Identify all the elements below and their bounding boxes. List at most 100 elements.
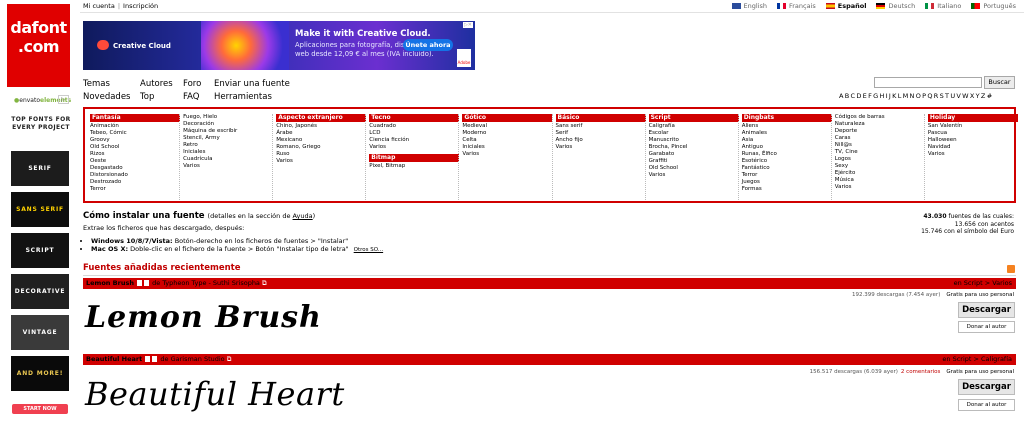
category-link[interactable]: Chino, Japonés <box>276 123 366 130</box>
lang-portuguese[interactable]: Português <box>971 2 1016 10</box>
category-link[interactable]: Stencil, Army <box>183 135 273 142</box>
alphabet-letter[interactable]: U <box>950 92 955 100</box>
category-link[interactable]: Ejército <box>835 170 925 177</box>
donate-button[interactable]: Donar al autor <box>958 399 1015 411</box>
category-link[interactable]: Decoración <box>183 121 273 128</box>
category-link[interactable]: Varios <box>556 144 646 151</box>
category-link[interactable]: Asia <box>742 137 832 144</box>
download-button[interactable]: Descargar <box>958 379 1015 395</box>
category-link[interactable]: Sexy <box>835 163 925 170</box>
category-link[interactable]: Música <box>835 177 925 184</box>
lang-italian[interactable]: Italiano <box>925 2 961 10</box>
category-link[interactable]: Old School <box>90 144 180 151</box>
nav-authors[interactable]: Autores <box>140 78 173 91</box>
alphabet-letter[interactable]: W <box>962 92 969 100</box>
alphabet-letter[interactable]: O <box>916 92 921 100</box>
ad-close-icon[interactable]: ▷✕ <box>462 22 473 28</box>
font-name-link[interactable]: Beautiful Heart <box>86 355 142 363</box>
category-link[interactable]: Máquina de escribir <box>183 128 273 135</box>
alphabet-letter[interactable]: D <box>856 92 861 100</box>
category-link[interactable]: Cuadrado <box>369 123 459 130</box>
alphabet-letter[interactable]: I <box>886 92 888 100</box>
external-link-icon[interactable]: ⧉ <box>262 279 267 287</box>
category-link[interactable]: Varios <box>835 184 925 191</box>
category-link[interactable]: Naturaleza <box>835 121 925 128</box>
category-link[interactable]: Oeste <box>90 158 180 165</box>
nav-forum[interactable]: Foro <box>183 78 201 91</box>
font-preview[interactable]: Lemon Brush <box>85 300 322 335</box>
category-link[interactable]: Esotérico <box>742 158 832 165</box>
category-link[interactable]: LCD <box>369 130 459 137</box>
category-link[interactable]: Caras <box>835 135 925 142</box>
register-link[interactable]: Inscripción <box>123 2 158 10</box>
adobe-banner-ad[interactable]: Creative Cloud Make it with Creative Clo… <box>83 21 475 70</box>
category-heading[interactable]: Básico <box>555 114 646 122</box>
alphabet-letter[interactable]: J <box>889 92 891 100</box>
tile-sans-serif[interactable]: SANS SERIF <box>11 192 69 227</box>
font-preview[interactable]: Beautiful Heart <box>85 375 345 413</box>
nav-tools[interactable]: Herramientas <box>214 91 290 104</box>
category-link[interactable]: Serif <box>556 130 646 137</box>
alphabet-letter[interactable]: P <box>922 92 926 100</box>
category-link[interactable]: Animación <box>90 123 180 130</box>
nav-faq[interactable]: FAQ <box>183 91 201 104</box>
category-link[interactable]: Nill@s <box>835 142 925 149</box>
category-link[interactable]: TV, Cine <box>835 149 925 156</box>
category-link[interactable]: Medieval <box>462 123 552 130</box>
download-button[interactable]: Descargar <box>958 302 1015 318</box>
font-name-link[interactable]: Lemon Brush <box>86 279 134 287</box>
category-link[interactable]: Varios <box>928 151 1018 158</box>
category-link[interactable]: Halloween <box>928 137 1018 144</box>
category-link[interactable]: Varios <box>649 172 739 179</box>
category-link[interactable]: Iniciales <box>183 149 273 156</box>
category-heading[interactable]: Gótico <box>462 114 553 122</box>
category-heading[interactable]: Fantasía <box>90 114 180 122</box>
category-heading[interactable]: Tecno <box>369 114 460 122</box>
category-link[interactable]: Moderno <box>462 130 552 137</box>
category-link[interactable]: Juegos <box>742 179 832 186</box>
category-link[interactable]: Ciencia ficción <box>369 137 459 144</box>
category-link[interactable]: Deporte <box>835 128 925 135</box>
category-link[interactable]: Destrozado <box>90 179 180 186</box>
category-link[interactable]: Cuadrícula <box>183 156 273 163</box>
alphabet-letter[interactable]: # <box>987 92 993 100</box>
nav-submit-font[interactable]: Enviar una fuente <box>214 78 290 91</box>
category-link[interactable]: Garabato <box>649 151 739 158</box>
category-link[interactable]: Manuscrito <box>649 137 739 144</box>
category-link[interactable]: Desgastado <box>90 165 180 172</box>
category-link[interactable]: Animales <box>742 130 832 137</box>
category-link[interactable]: Mexicano <box>276 137 366 144</box>
external-link-icon[interactable]: ⧉ <box>227 355 232 363</box>
category-link[interactable]: Tebeo, Cómic <box>90 130 180 137</box>
tile-serif[interactable]: SERIF <box>11 151 69 186</box>
category-link[interactable]: Fantástico <box>742 165 832 172</box>
alphabet-letter[interactable]: H <box>879 92 884 100</box>
category-link[interactable]: Runas, Élfico <box>742 151 832 158</box>
category-link[interactable]: Caligrafía <box>649 123 739 130</box>
alphabet-letter[interactable]: B <box>845 92 850 100</box>
category-link[interactable]: Logos <box>835 156 925 163</box>
alphabet-letter[interactable]: T <box>945 92 949 100</box>
category-link[interactable]: Formas <box>742 186 832 193</box>
nav-new[interactable]: Novedades <box>83 91 130 104</box>
ad-choices-icon[interactable]: ▷ <box>58 95 69 104</box>
tile-decorative[interactable]: DECORATIVE <box>11 274 69 309</box>
category-link[interactable]: Varios <box>183 163 273 170</box>
rss-icon[interactable] <box>1007 265 1015 273</box>
lang-french[interactable]: Français <box>776 2 816 10</box>
alphabet-letter[interactable]: C <box>851 92 856 100</box>
category-link[interactable]: San Valentín <box>928 123 1018 130</box>
alphabet-letter[interactable]: L <box>898 92 902 100</box>
search-button[interactable]: Buscar <box>984 76 1015 89</box>
alphabet-letter[interactable]: Q <box>927 92 932 100</box>
banner-cta-button[interactable]: Únete ahora <box>403 39 453 51</box>
category-link[interactable]: Rizos <box>90 151 180 158</box>
category-link[interactable]: Sans serif <box>556 123 646 130</box>
category-link[interactable]: Varios <box>462 151 552 158</box>
category-link[interactable]: Árabe <box>276 130 366 137</box>
lang-german[interactable]: Deutsch <box>876 2 915 10</box>
alphabet-letter[interactable]: V <box>956 92 961 100</box>
category-link[interactable]: Brocha, Pincel <box>649 144 739 151</box>
dafont-logo[interactable]: dafont .com <box>7 4 70 87</box>
help-link[interactable]: Ayuda <box>293 212 313 220</box>
